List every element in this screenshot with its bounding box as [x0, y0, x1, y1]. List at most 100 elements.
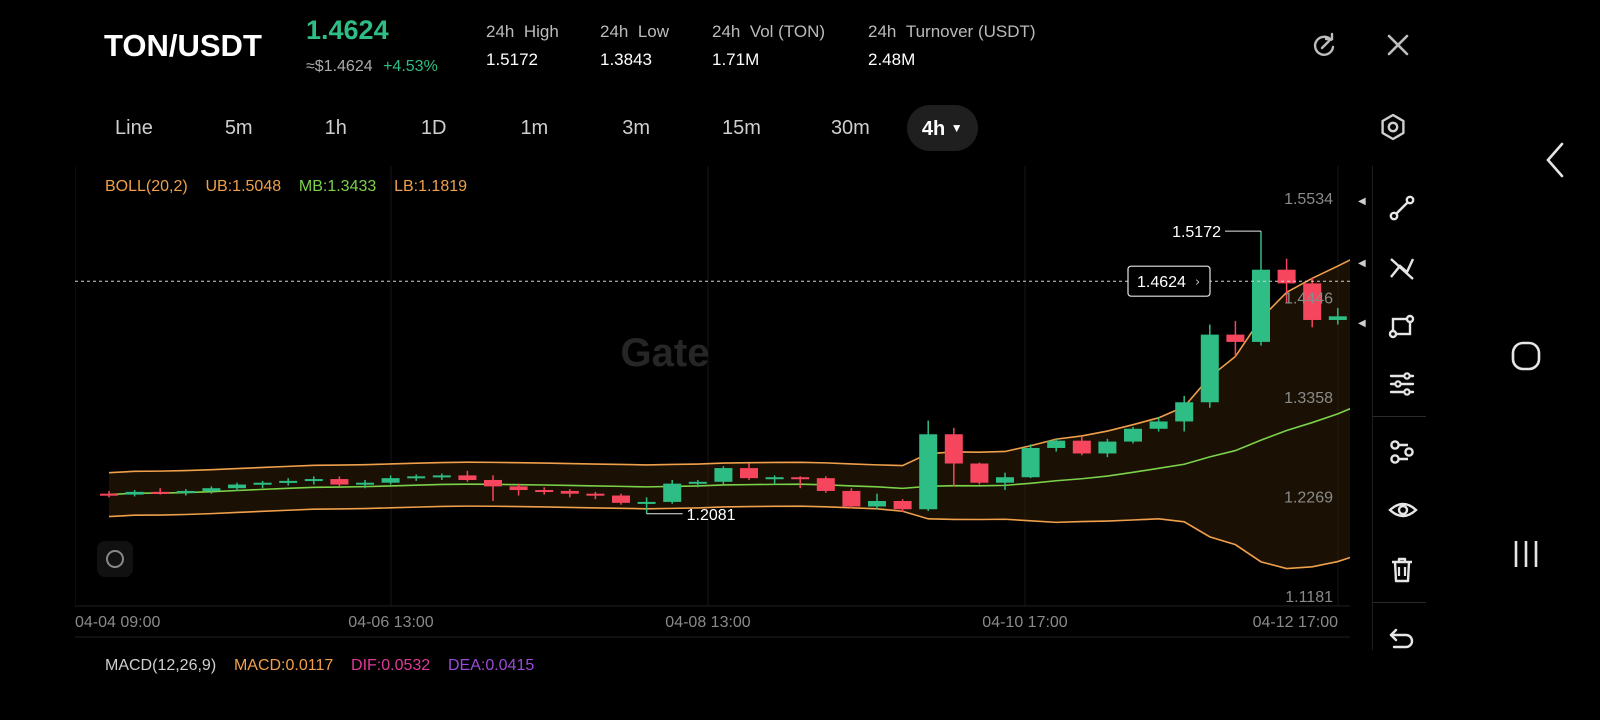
candle-body: [893, 501, 912, 510]
tab-1m[interactable]: 1m: [505, 105, 563, 151]
stat-high: 24h High 1.5172: [486, 22, 559, 70]
candle-body: [125, 491, 144, 495]
trash-icon[interactable]: [1388, 556, 1416, 584]
undo-icon[interactable]: [1388, 626, 1416, 652]
candle-body: [637, 501, 656, 504]
settings-icon[interactable]: [1379, 113, 1407, 141]
tab-1h[interactable]: 1h: [310, 105, 362, 151]
magnet-icon[interactable]: [1388, 438, 1416, 466]
expand-arrow-icon[interactable]: ◀: [1358, 196, 1366, 207]
candle-body: [1277, 269, 1296, 284]
candle-body: [586, 493, 605, 496]
candle-body: [791, 477, 810, 480]
candle-body: [560, 490, 579, 494]
stat-value: 1.5172: [486, 50, 538, 69]
current-price-value: 1.4624: [1137, 274, 1186, 291]
time-axis-label: 04-04 09:00: [75, 614, 161, 631]
candle-body: [304, 479, 323, 482]
candle-body: [816, 478, 835, 491]
candle-body: [714, 468, 733, 482]
stat-value: 1.71M: [712, 50, 760, 69]
stat-low: 24h Low 1.3843: [600, 22, 669, 70]
candle: [1124, 426, 1142, 444]
timeframe-tabs: Line 5m 1h 1D 1m 3m 15m 30m 4h ▼: [100, 105, 978, 151]
expand-arrow-icon[interactable]: ◀: [1358, 258, 1366, 269]
candle-body: [663, 483, 682, 502]
chevron-right-icon: ›: [1195, 275, 1200, 290]
fullscreen-button-bg: [97, 541, 133, 577]
stat-label: High: [523, 22, 559, 41]
usd-price: ≈$1.4624: [306, 58, 373, 75]
tab-5m[interactable]: 5m: [210, 105, 268, 151]
time-axis-label: 04-10 17:00: [982, 614, 1068, 631]
candle-body: [1124, 428, 1142, 442]
close-icon[interactable]: [1386, 33, 1410, 57]
candle-body: [1252, 269, 1270, 342]
candle: [816, 476, 835, 493]
macd-label: MACD(12,26,9): [105, 657, 217, 674]
tab-30m[interactable]: 30m: [816, 105, 885, 151]
price-axis-label: 1.1181: [1285, 589, 1333, 606]
candlestick-chart[interactable]: Gate 1.5534 1.4446 1.3358 1.2269 1.1181 1.4624…: [75, 166, 1350, 650]
tab-line[interactable]: Line: [100, 105, 168, 151]
tab-1d[interactable]: 1D: [406, 105, 462, 151]
cross-lines-icon[interactable]: [1388, 254, 1416, 282]
toolbar-divider: [1372, 166, 1373, 650]
candle-body: [151, 491, 170, 494]
back-icon[interactable]: [1540, 140, 1570, 180]
candle-body: [996, 477, 1014, 483]
tab-4h-label: 4h: [921, 118, 946, 140]
candle: [842, 488, 861, 509]
trend-line-icon[interactable]: [1388, 194, 1416, 222]
tab-3m[interactable]: 3m: [607, 105, 665, 151]
candle-body: [765, 477, 784, 480]
candle-body: [1328, 316, 1347, 320]
candle-body: [100, 493, 118, 496]
candle-body: [202, 488, 221, 491]
candle: [919, 420, 938, 512]
candle-body: [484, 479, 502, 487]
candle-body: [1149, 421, 1168, 429]
stat-value: 1.3843: [600, 50, 652, 69]
candle-body: [535, 490, 554, 493]
home-icon[interactable]: [1510, 340, 1542, 372]
candle-body: [1047, 440, 1066, 448]
candle-body: [1200, 334, 1219, 403]
recents-icon[interactable]: [1510, 538, 1542, 570]
time-axis-label: 04-06 13:00: [348, 614, 434, 631]
boll-label: BOLL(20,2): [105, 178, 188, 195]
price-axis-label: 1.4446: [1284, 290, 1333, 307]
candle-body: [868, 501, 886, 507]
high-marker-label: 1.5172: [1172, 224, 1221, 241]
stat-label-period: 24h: [868, 22, 897, 41]
stat-label: Vol (TON): [749, 22, 826, 41]
macd-dif: DIF:0.0532: [351, 657, 431, 674]
price-axis-label: 1.2269: [1284, 490, 1333, 507]
candle-body: [1021, 447, 1040, 478]
candle: [1021, 444, 1040, 479]
candle-body: [612, 495, 630, 503]
low-marker-label: 1.2081: [687, 507, 736, 524]
candle-body: [509, 486, 528, 491]
candle-body: [330, 479, 349, 485]
toolbar-separator: [1372, 416, 1426, 417]
candle-body: [842, 490, 861, 507]
stat-label-period: 24h: [712, 22, 741, 41]
candle: [1200, 324, 1219, 408]
shape-tool-icon[interactable]: [1388, 312, 1416, 340]
tab-15m[interactable]: 15m: [707, 105, 776, 151]
candle-body: [1226, 334, 1245, 342]
boll-lb: LB:1.1819: [394, 178, 468, 195]
candle-body: [1072, 440, 1091, 454]
candle-body: [381, 478, 400, 483]
candle-body: [279, 480, 298, 483]
toolbar-separator: [1372, 602, 1426, 603]
tab-4h[interactable]: 4h ▼: [906, 105, 978, 151]
eye-icon[interactable]: [1388, 496, 1418, 524]
candle-body: [458, 475, 477, 480]
caret-down-icon: ▼: [950, 121, 963, 135]
expand-arrow-icon[interactable]: ◀: [1358, 318, 1366, 329]
indicator-settings-icon[interactable]: [1388, 370, 1416, 398]
candle: [970, 462, 989, 485]
refresh-icon[interactable]: [1310, 32, 1338, 60]
